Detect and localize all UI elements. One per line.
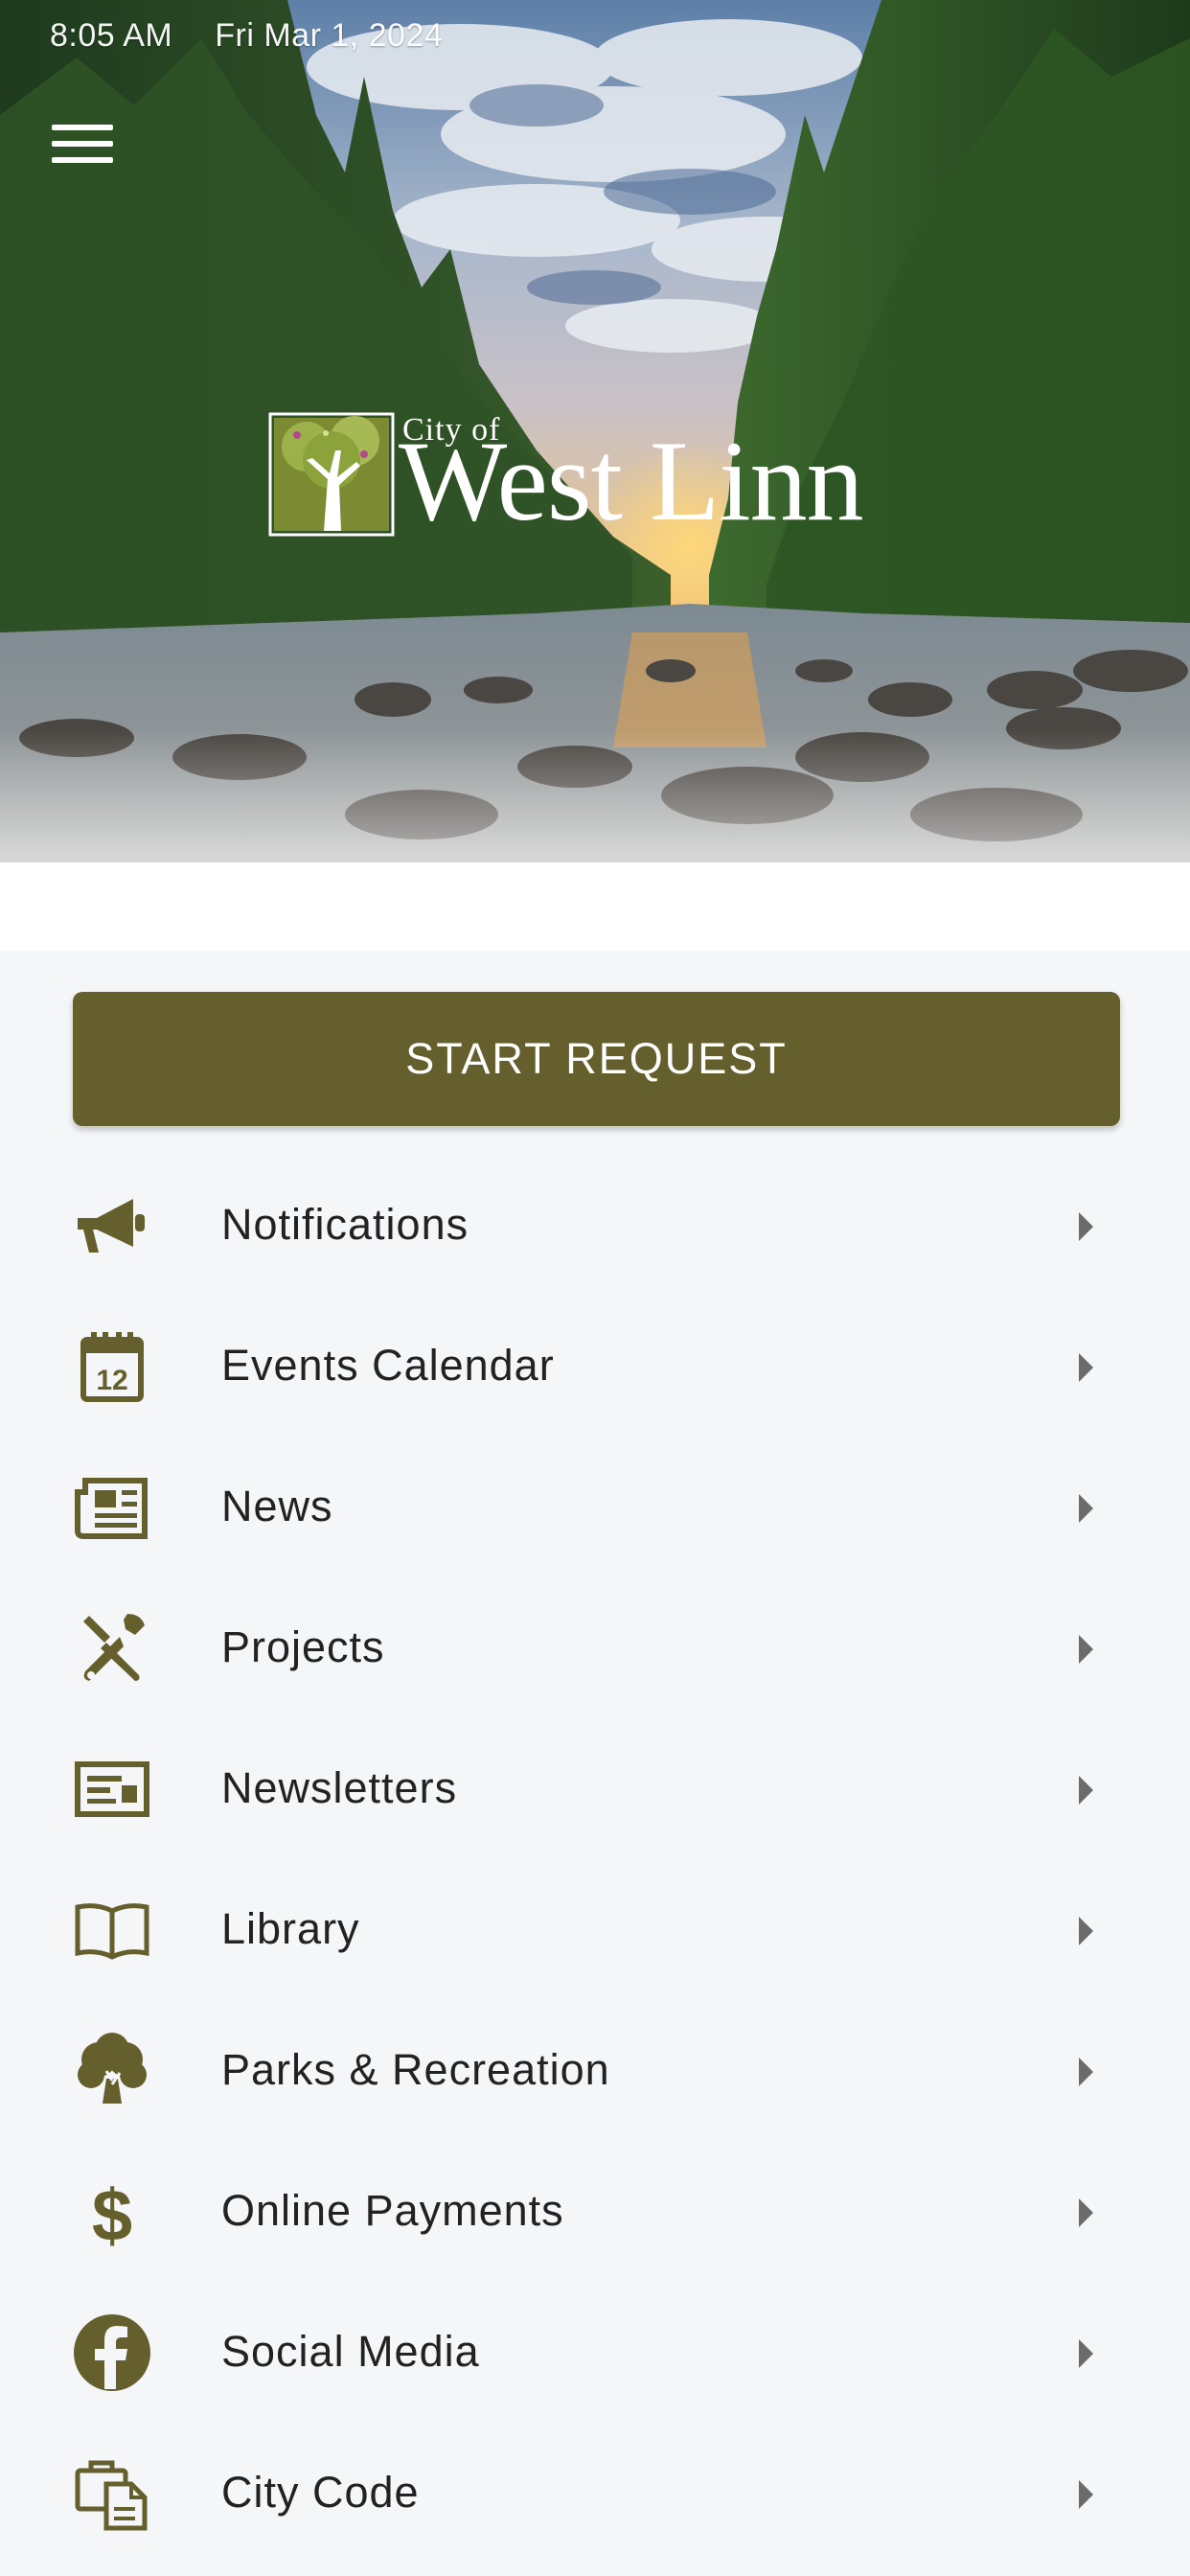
menu-item-label: Newsletters [221,1763,458,1812]
chevron-right-icon [1079,1353,1093,1382]
tree-logo-icon [268,412,395,537]
menu-item-notifications[interactable]: Notifications [0,1154,1190,1295]
menu-item-parks-recreation[interactable]: Parks & Recreation [0,1999,1190,2140]
book-icon [72,1890,152,1970]
tree-icon [72,2031,152,2111]
menu-item-label: Notifications [221,1200,469,1249]
menu-item-online-payments[interactable]: $ Online Payments [0,2140,1190,2281]
tools-icon [72,1608,152,1689]
dollar-icon: $ [72,2172,152,2252]
chevron-right-icon [1079,2198,1093,2227]
main-content: START REQUEST Notifications 12 Events Ca… [0,951,1190,2576]
menu-item-city-code[interactable]: City Code [0,2422,1190,2563]
menu-item-label: News [221,1482,333,1530]
menu-item-projects[interactable]: Projects [0,1576,1190,1717]
newspaper-icon [72,1467,152,1548]
menu-item-label: Library [221,1904,360,1953]
menu-item-label: Parks & Recreation [221,2045,610,2094]
menu-item-label: Online Payments [221,2186,564,2235]
start-request-button[interactable]: START REQUEST [73,992,1120,1126]
menu-item-label: Events Calendar [221,1341,555,1390]
status-time: 8:05 AM [50,16,173,54]
status-bar: 8:05 AM Fri Mar 1, 2024 [50,12,443,59]
chevron-right-icon [1079,2058,1093,2086]
menu-item-library[interactable]: Library [0,1858,1190,1999]
megaphone-icon [72,1185,152,1266]
briefcase-document-icon [72,2453,152,2534]
calendar-icon: 12 [72,1326,152,1407]
logo-city-name: West Linn [399,417,864,544]
hero-banner: 8:05 AM Fri Mar 1, 2024 City of West Lin… [0,0,1190,951]
newsletter-icon [72,1749,152,1829]
menu-item-news[interactable]: News [0,1436,1190,1576]
svg-text:$: $ [92,2175,132,2252]
menu-item-newsletters[interactable]: Newsletters [0,1717,1190,1858]
menu-item-events-calendar[interactable]: 12 Events Calendar [0,1295,1190,1436]
status-date: Fri Mar 1, 2024 [215,16,444,54]
chevron-right-icon [1079,1494,1093,1523]
menu-list: Notifications 12 Events Calendar News Pr… [0,1154,1190,2563]
menu-item-label: City Code [221,2468,420,2517]
chevron-right-icon [1079,1917,1093,1945]
menu-item-label: Social Media [221,2327,480,2376]
svg-text:12: 12 [96,1365,127,1396]
chevron-right-icon [1079,1212,1093,1241]
chevron-right-icon [1079,2480,1093,2509]
facebook-icon [72,2312,152,2393]
chevron-right-icon [1079,1635,1093,1664]
chevron-right-icon [1079,1776,1093,1805]
menu-item-label: Projects [221,1622,385,1671]
menu-item-social-media[interactable]: Social Media [0,2281,1190,2422]
city-logo: City of West Linn [268,402,939,546]
chevron-right-icon [1079,2339,1093,2368]
hamburger-menu-icon[interactable] [52,113,128,174]
